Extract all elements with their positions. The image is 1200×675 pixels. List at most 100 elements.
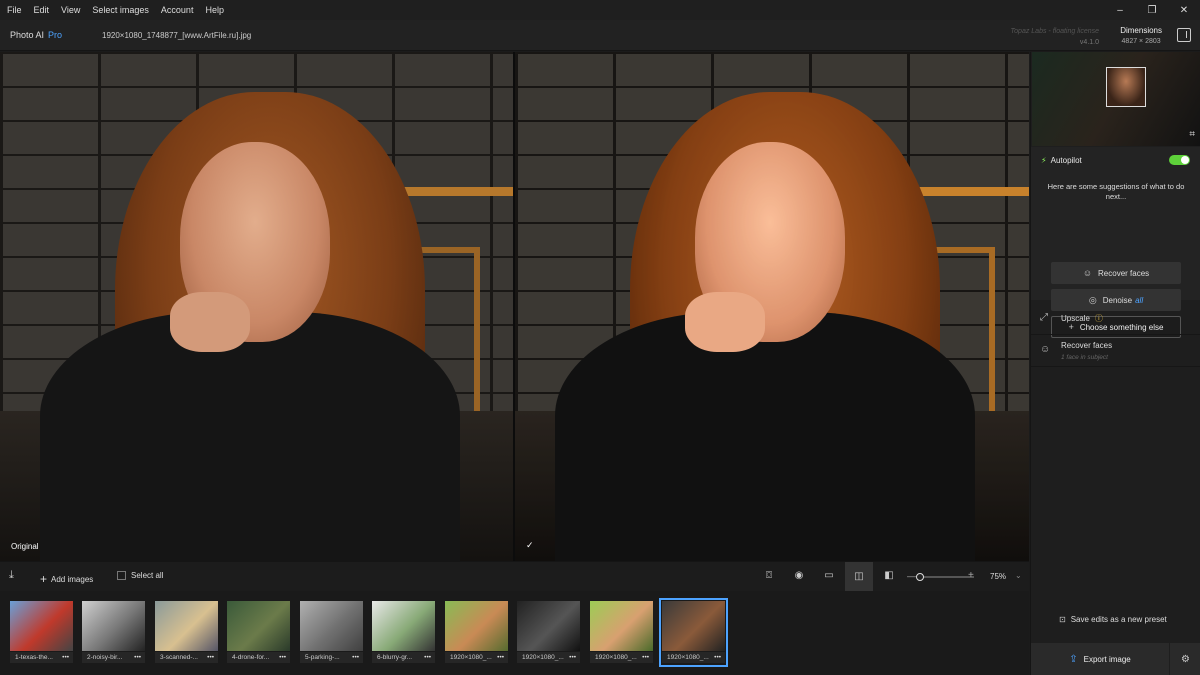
thumbnail-caption: 2-noisy-bir... ••• bbox=[82, 652, 145, 663]
menu-edit[interactable]: Edit bbox=[28, 0, 56, 20]
preset-icon: ⊡ bbox=[1059, 615, 1066, 624]
select-all-checkbox[interactable]: Select all bbox=[117, 571, 163, 580]
filmstrip-thumbnail[interactable]: 1-texas-the... ••• bbox=[10, 601, 73, 664]
zoom-slider-knob[interactable] bbox=[916, 573, 924, 581]
eye-icon[interactable]: ◉ bbox=[792, 570, 806, 581]
crop-icon[interactable]: ⌗ bbox=[1189, 129, 1195, 140]
filmstrip-thumbnail[interactable]: 6-blurry-gr... ••• bbox=[372, 601, 435, 664]
thumbnail-name: 1920×1080_... bbox=[522, 654, 564, 661]
chevron-down-icon[interactable]: ⌄ bbox=[1015, 571, 1022, 580]
more-options-icon[interactable]: ••• bbox=[569, 652, 576, 663]
portrait-image-processed bbox=[515, 52, 1029, 561]
app-brand: Photo AI Pro bbox=[10, 30, 62, 40]
bolt-icon: ⚡ bbox=[1041, 156, 1047, 165]
upscale-label: Upscale bbox=[1061, 314, 1090, 323]
recover-faces-tool-label: Recover faces bbox=[1061, 341, 1113, 350]
license-info: Topaz Labs - floating license v4.1.0 bbox=[1011, 26, 1099, 48]
thumbnail-name: 1920×1080_... bbox=[450, 654, 492, 661]
dimensions-readout: Dimensions 4827 × 2803 bbox=[1120, 25, 1162, 47]
thumbnail-image bbox=[372, 601, 435, 651]
file-name: 1920×1080_1748877_[www.ArtFile.ru].jpg bbox=[102, 31, 252, 40]
add-images-button[interactable]: + Add images bbox=[40, 571, 93, 586]
recover-faces-suggestion-label: Recover faces bbox=[1098, 268, 1150, 278]
panel-toggle-icon[interactable] bbox=[1177, 28, 1191, 42]
thumbnail-name: 3-scanned-... bbox=[160, 654, 198, 661]
face-icon: ☺ bbox=[1040, 344, 1051, 355]
filmstrip-thumbnail[interactable]: 2-noisy-bir... ••• bbox=[82, 601, 145, 664]
filmstrip-thumbnail[interactable]: 1920×1080_... ••• bbox=[445, 601, 508, 664]
checkbox-icon bbox=[117, 571, 126, 580]
menu-bar: File Edit View Select images Account Hel… bbox=[0, 0, 1200, 20]
recover-faces-suggestion-button[interactable]: ☺ Recover faces bbox=[1051, 262, 1181, 284]
zoom-in-icon[interactable]: + bbox=[968, 570, 974, 581]
zoom-value[interactable]: 75% bbox=[990, 572, 1006, 581]
zoom-slider[interactable] bbox=[916, 573, 974, 581]
title-bar: Photo AI Pro 1920×1080_1748877_[www.ArtFi… bbox=[0, 20, 1200, 51]
close-button[interactable]: ✕ bbox=[1168, 0, 1200, 20]
tool-recover-faces[interactable]: ☺ Recover faces 1 face in subject bbox=[1031, 335, 1200, 367]
collapse-filmstrip-icon[interactable]: ⤓ bbox=[9, 569, 14, 582]
more-options-icon[interactable]: ••• bbox=[714, 652, 721, 663]
info-icon[interactable]: ⓘ bbox=[1095, 314, 1103, 323]
filmstrip-thumbnail[interactable]: 4-drone-for... ••• bbox=[227, 601, 290, 664]
split-view-icon[interactable]: ◧ bbox=[882, 570, 896, 581]
thumbnail-name: 2-noisy-bir... bbox=[87, 654, 123, 661]
save-preset-label: Save edits as a new preset bbox=[1070, 615, 1167, 624]
thumbnail-name: 1-texas-the... bbox=[15, 654, 53, 661]
more-options-icon[interactable]: ••• bbox=[62, 652, 69, 663]
export-settings-icon: ⚙ bbox=[1181, 653, 1190, 665]
more-options-icon[interactable]: ••• bbox=[134, 652, 141, 663]
image-viewer[interactable]: Original ✓ bbox=[0, 52, 1029, 561]
navigator-viewport[interactable] bbox=[1106, 67, 1146, 107]
more-options-icon[interactable]: ••• bbox=[424, 652, 431, 663]
minimize-button[interactable]: – bbox=[1104, 0, 1136, 20]
thumbnail-image bbox=[517, 601, 580, 651]
thumbnail-caption: 1-texas-the... ••• bbox=[10, 652, 73, 663]
original-pane[interactable]: Original bbox=[0, 52, 513, 561]
app-name: Photo AI bbox=[10, 30, 45, 40]
restore-button[interactable]: ❐ bbox=[1136, 0, 1168, 20]
navigator-thumbnail[interactable]: ⌗ bbox=[1032, 52, 1200, 146]
menu-select-images[interactable]: Select images bbox=[86, 0, 155, 20]
filmstrip-thumbnail[interactable]: 1920×1080_... ••• bbox=[517, 601, 580, 664]
tool-upscale[interactable]: ⤢ Upscale ⓘ bbox=[1031, 303, 1200, 335]
filmstrip-thumbnail[interactable]: 3-scanned-... ••• bbox=[155, 601, 218, 664]
export-settings-button[interactable]: ⚙ bbox=[1170, 643, 1200, 675]
single-view-icon[interactable]: ▭ bbox=[822, 570, 836, 581]
processed-pane[interactable]: ✓ bbox=[515, 52, 1029, 561]
thumbnail-image bbox=[445, 601, 508, 651]
more-options-icon[interactable]: ••• bbox=[279, 652, 286, 663]
thumbnail-caption: 1920×1080_... ••• bbox=[517, 652, 580, 663]
export-image-button[interactable]: ⇪ Export image bbox=[1031, 643, 1169, 675]
thumbnail-name: 4-drone-for... bbox=[232, 654, 270, 661]
menu-help[interactable]: Help bbox=[199, 0, 230, 20]
export-icon: ⇪ bbox=[1069, 653, 1078, 665]
zoom-out-icon[interactable]: — bbox=[907, 571, 916, 581]
more-options-icon[interactable]: ••• bbox=[497, 652, 504, 663]
menu-view[interactable]: View bbox=[55, 0, 86, 20]
plus-icon: + bbox=[40, 572, 48, 586]
more-options-icon[interactable]: ••• bbox=[207, 652, 214, 663]
thumbnail-image bbox=[82, 601, 145, 651]
thumbnail-caption: 1920×1080_... ••• bbox=[662, 652, 725, 663]
menu-account[interactable]: Account bbox=[155, 0, 200, 20]
more-options-icon[interactable]: ••• bbox=[642, 652, 649, 663]
export-label: Export image bbox=[1083, 654, 1131, 664]
menu-file[interactable]: File bbox=[0, 0, 28, 20]
thumbnail-caption: 3-scanned-... ••• bbox=[155, 652, 218, 663]
autopilot-toggle[interactable] bbox=[1169, 155, 1190, 165]
side-by-side-view-icon[interactable]: ◫ bbox=[845, 562, 873, 591]
thumbnail-caption: 4-drone-for... ••• bbox=[227, 652, 290, 663]
portrait-image-original bbox=[0, 52, 513, 561]
thumbnail-image bbox=[300, 601, 363, 651]
save-preset-button[interactable]: ⊡ Save edits as a new preset bbox=[1059, 615, 1167, 624]
filmstrip-thumbnail[interactable]: 1920×1080_... ••• bbox=[659, 598, 728, 667]
face-detect-icon[interactable]: ⌼ bbox=[762, 570, 776, 581]
select-all-label: Select all bbox=[131, 571, 164, 580]
thumbnail-name: 1920×1080_... bbox=[595, 654, 637, 661]
filmstrip-thumbnail[interactable]: 1920×1080_... ••• bbox=[590, 601, 653, 664]
app-tier: Pro bbox=[48, 30, 63, 40]
autopilot-title: ⚡ Autopilot bbox=[1041, 156, 1082, 165]
more-options-icon[interactable]: ••• bbox=[352, 652, 359, 663]
filmstrip-thumbnail[interactable]: 5-parking-... ••• bbox=[300, 601, 363, 664]
